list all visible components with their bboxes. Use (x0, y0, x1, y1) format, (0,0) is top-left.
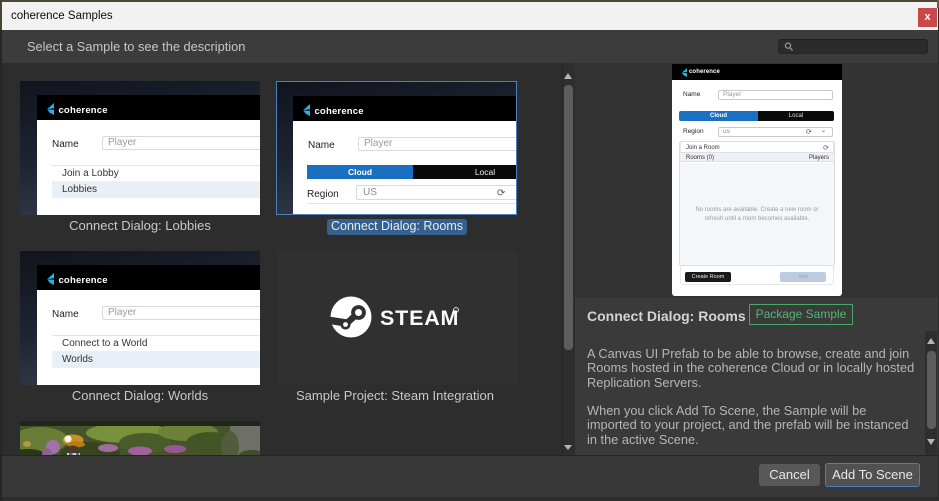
svg-text:STEAM: STEAM (380, 306, 459, 330)
